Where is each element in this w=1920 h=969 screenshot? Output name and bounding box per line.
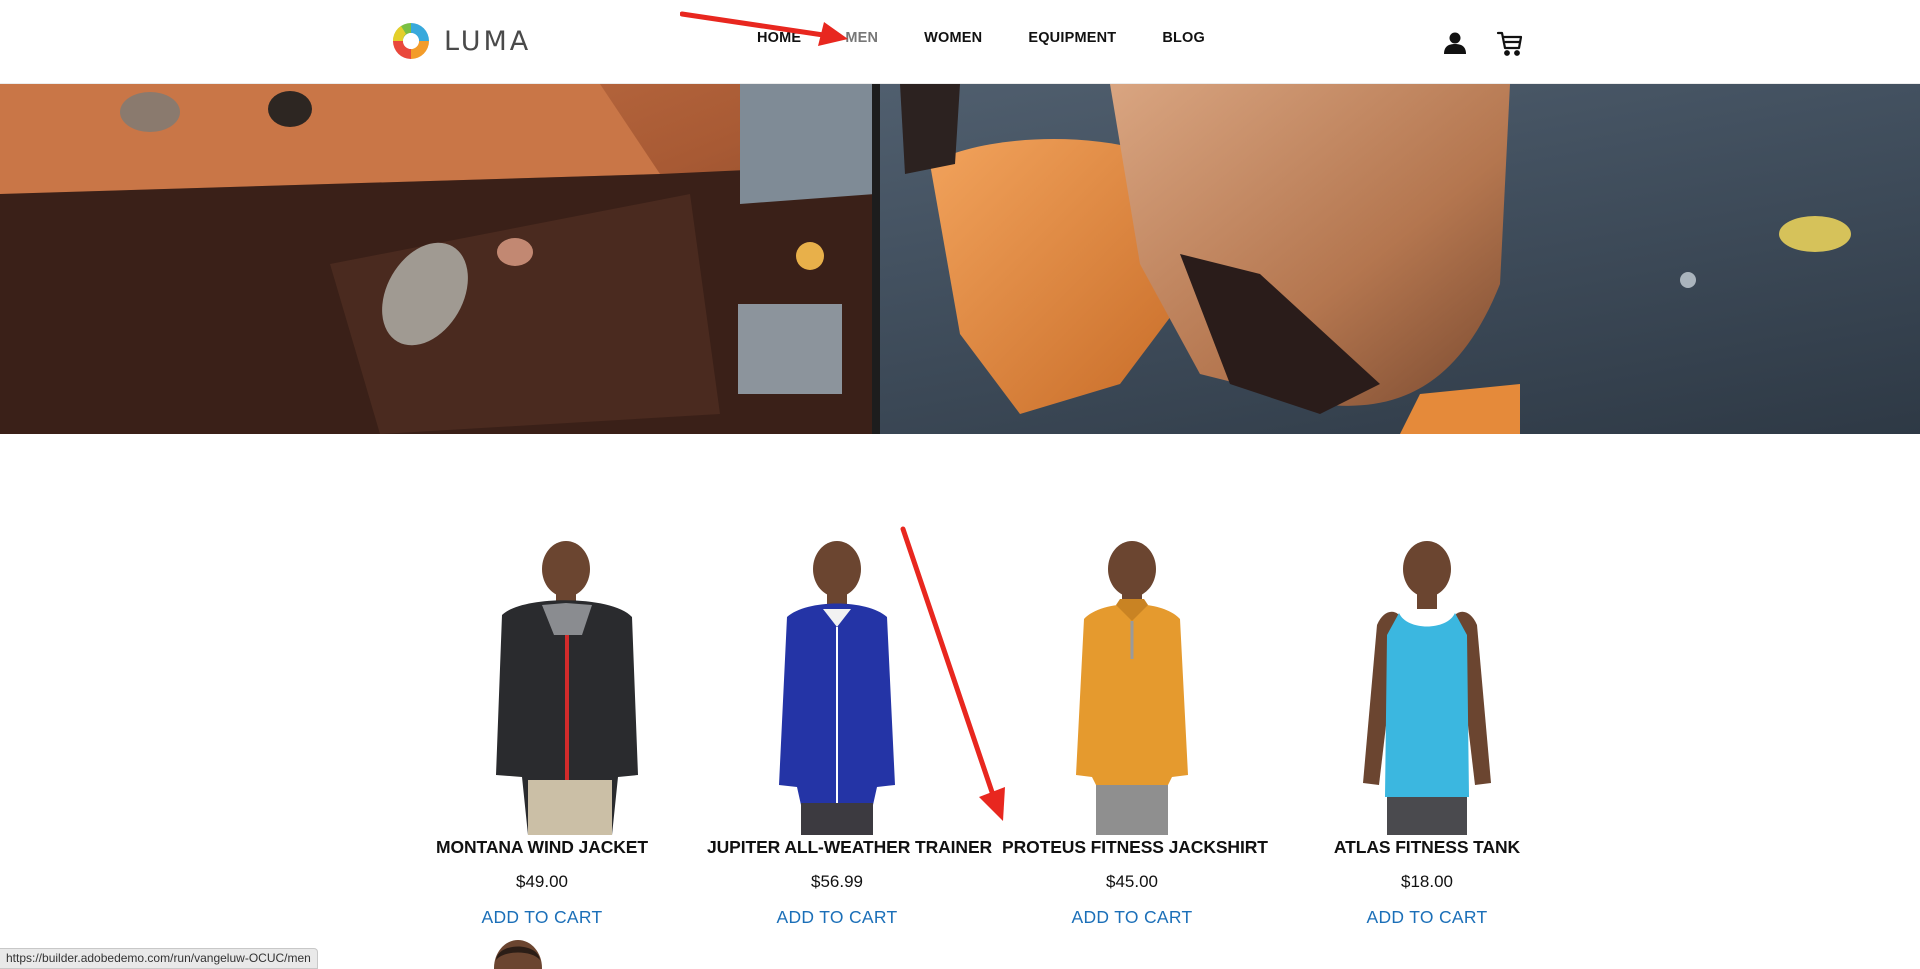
add-to-cart-button[interactable]: ADD TO CART <box>482 907 603 928</box>
product-price: $49.00 <box>516 872 568 891</box>
site-header: LUMA HOME MEN WOMEN EQUIPMENT BLOG <box>0 0 1920 84</box>
product-price: $18.00 <box>1401 872 1453 891</box>
product-image[interactable] <box>1032 535 1232 835</box>
product-name[interactable]: PROTEUS FITNESS JACKSHIRT <box>1002 837 1268 858</box>
product-price: $56.99 <box>811 872 863 891</box>
product-name[interactable]: JUPITER ALL-WEATHER TRAINER <box>707 837 992 858</box>
nav-item-men[interactable]: MEN <box>845 30 878 46</box>
hero-climber-image <box>0 84 1920 434</box>
brand-name: LUMA <box>444 25 532 57</box>
nav-item-women[interactable]: WOMEN <box>924 30 982 46</box>
add-to-cart-button[interactable]: ADD TO CART <box>1072 907 1193 928</box>
product-card[interactable]: PROTEUS FITNESS JACKSHIRT $45.00 ADD TO … <box>1002 535 1268 928</box>
add-to-cart-button[interactable]: ADD TO CART <box>777 907 898 928</box>
luma-logo[interactable]: LUMA <box>390 20 531 62</box>
luma-logo-icon <box>392 23 429 59</box>
hero-banner <box>0 84 1920 434</box>
product-image[interactable] <box>737 535 937 835</box>
product-grid: MONTANA WIND JACKET $49.00 ADD TO CART J… <box>412 535 1520 935</box>
product-name[interactable]: ATLAS FITNESS TANK <box>1297 837 1557 858</box>
nav-item-blog[interactable]: BLOG <box>1162 30 1205 46</box>
main-nav: HOME MEN WOMEN EQUIPMENT BLOG <box>757 30 1205 46</box>
product-price: $45.00 <box>1106 872 1158 891</box>
product-card[interactable]: ATLAS FITNESS TANK $18.00 ADD TO CART <box>1297 535 1557 928</box>
nav-item-equipment[interactable]: EQUIPMENT <box>1028 30 1116 46</box>
add-to-cart-button[interactable]: ADD TO CART <box>1367 907 1488 928</box>
product-image[interactable] <box>1327 535 1527 835</box>
status-bar-url: https://builder.adobedemo.com/run/vangel… <box>0 948 318 969</box>
product-image-partial[interactable] <box>488 938 548 969</box>
cart-icon[interactable] <box>1496 29 1524 57</box>
nav-item-home[interactable]: HOME <box>757 30 801 46</box>
product-name[interactable]: MONTANA WIND JACKET <box>412 837 672 858</box>
product-card[interactable]: MONTANA WIND JACKET $49.00 ADD TO CART <box>412 535 672 928</box>
product-image[interactable] <box>442 535 642 835</box>
user-icon[interactable] <box>1442 30 1468 56</box>
product-card[interactable]: JUPITER ALL-WEATHER TRAINER $56.99 ADD T… <box>707 535 992 928</box>
